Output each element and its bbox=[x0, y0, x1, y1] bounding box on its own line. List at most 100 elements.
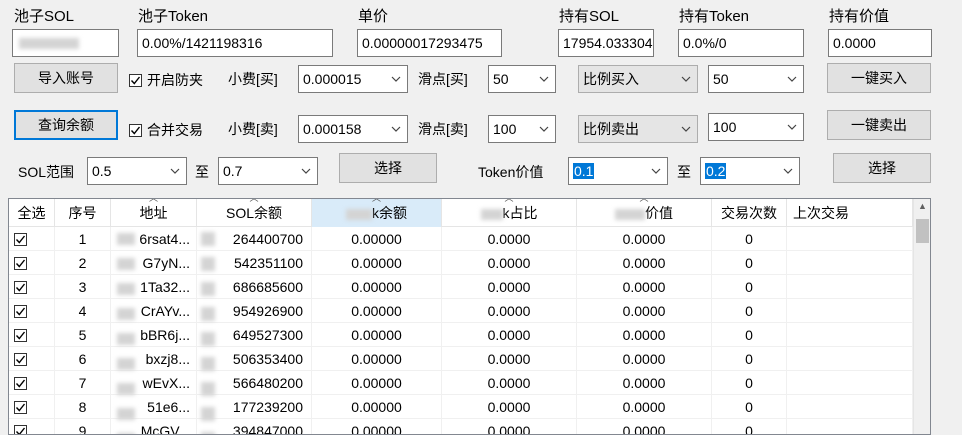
unit-price-field[interactable]: 0.00000017293475 bbox=[357, 29, 502, 57]
sell-ratio-combo[interactable]: 100 bbox=[708, 113, 804, 141]
checkbox-box[interactable] bbox=[129, 123, 142, 137]
checkbox-box[interactable] bbox=[14, 376, 27, 390]
row-checkbox[interactable] bbox=[9, 419, 55, 434]
cell-kbal: 0.00000 bbox=[312, 275, 442, 299]
checkbox-box[interactable] bbox=[14, 232, 27, 246]
row-checkbox[interactable] bbox=[9, 323, 55, 347]
table-row[interactable]: 1 6rsat4... 264400700 0.00000 0.0000 0.0000 0 bbox=[9, 227, 913, 251]
buy-ratio-combo[interactable]: 50 bbox=[708, 65, 804, 93]
row-checkbox[interactable] bbox=[9, 299, 55, 323]
cell-last bbox=[787, 371, 913, 395]
row-checkbox[interactable] bbox=[9, 395, 55, 419]
checkbox-box[interactable] bbox=[14, 328, 27, 342]
chevron-down-icon[interactable] bbox=[168, 158, 182, 184]
checkbox-box[interactable] bbox=[14, 352, 27, 366]
table-row[interactable]: 2 G7yN... 542351100 0.00000 0.0000 0.0000 0 bbox=[9, 251, 913, 275]
import-account-button[interactable]: 导入账号 bbox=[14, 63, 118, 93]
sell-mode-combo[interactable]: 比例卖出 bbox=[578, 115, 698, 143]
checkbox-box[interactable] bbox=[14, 280, 27, 294]
pool-token-label: 池子Token bbox=[138, 8, 209, 25]
cell-last bbox=[787, 323, 913, 347]
table-row[interactable]: 4 CrAYv... 954926900 0.00000 0.0000 0.0000 0 bbox=[9, 299, 913, 323]
anti-clip-checkbox[interactable]: 开启防夹 bbox=[129, 70, 203, 90]
accounts-grid[interactable]: 全选 序号 ︿地址 ︿SOL余额 ︿k余额 ︿k占比 ︿价值 交易次数 上次交易… bbox=[8, 198, 931, 435]
sell-ratio-value: 100 bbox=[713, 119, 737, 135]
one-click-buy-button[interactable]: 一键买入 bbox=[827, 63, 931, 93]
hold-sol-field[interactable]: 17954.033304 bbox=[558, 29, 654, 57]
hold-value-field[interactable]: 0.0000 bbox=[828, 29, 932, 57]
checkbox-box[interactable] bbox=[14, 424, 27, 434]
scroll-thumb[interactable] bbox=[916, 219, 929, 243]
grid-header: 全选 序号 ︿地址 ︿SOL余额 ︿k余额 ︿k占比 ︿价值 交易次数 上次交易 bbox=[9, 199, 913, 227]
sol-min-value: 0.5 bbox=[92, 163, 112, 179]
row-checkbox[interactable] bbox=[9, 347, 55, 371]
chevron-down-icon[interactable] bbox=[537, 66, 551, 92]
header-value[interactable]: ︿价值 bbox=[577, 199, 712, 227]
one-click-sell-button[interactable]: 一键卖出 bbox=[827, 110, 931, 140]
chevron-down-icon[interactable] bbox=[781, 158, 795, 184]
vertical-scrollbar[interactable]: ▲ bbox=[913, 199, 930, 434]
merge-tx-checkbox[interactable]: 合并交易 bbox=[129, 120, 203, 140]
checkbox-box[interactable] bbox=[14, 400, 27, 414]
chevron-down-icon[interactable] bbox=[785, 66, 799, 92]
hold-sol-label: 持有SOL bbox=[559, 8, 620, 25]
header-sol-balance[interactable]: ︿SOL余额 bbox=[197, 199, 312, 227]
redacted-mask bbox=[201, 407, 215, 421]
redacted-mask bbox=[117, 233, 135, 245]
slip-buy-combo[interactable]: 50 bbox=[488, 65, 556, 93]
token-max-combo[interactable]: 0.2 bbox=[700, 157, 800, 185]
table-row[interactable]: 3 1Ta32... 686685600 0.00000 0.0000 0.0000 0 bbox=[9, 275, 913, 299]
row-checkbox[interactable] bbox=[9, 371, 55, 395]
chevron-down-icon[interactable] bbox=[785, 114, 799, 140]
chevron-down-icon[interactable] bbox=[299, 158, 313, 184]
header-address[interactable]: ︿地址 bbox=[111, 199, 197, 227]
sol-min-combo[interactable]: 0.5 bbox=[87, 157, 187, 185]
token-min-combo[interactable]: 0.1 bbox=[568, 157, 668, 185]
pool-token-field[interactable]: 0.00%/1421198316 bbox=[137, 29, 333, 57]
cell-kbal: 0.00000 bbox=[312, 251, 442, 275]
checkbox-box[interactable] bbox=[14, 256, 27, 270]
cell-value: 0.0000 bbox=[577, 299, 712, 323]
chevron-down-icon[interactable] bbox=[679, 66, 693, 92]
select-token-button[interactable]: 选择 bbox=[833, 153, 931, 183]
chevron-down-icon[interactable] bbox=[537, 116, 551, 142]
table-row[interactable]: 7 wEvX... 566480200 0.00000 0.0000 0.0000 0 bbox=[9, 371, 913, 395]
hold-token-field[interactable]: 0.0%/0 bbox=[678, 29, 804, 57]
chevron-down-icon[interactable] bbox=[389, 116, 403, 142]
header-last-tx[interactable]: 上次交易 bbox=[787, 199, 913, 227]
pool-sol-label: 池子SOL bbox=[14, 8, 75, 25]
checkbox-box[interactable] bbox=[14, 304, 27, 318]
row-checkbox[interactable] bbox=[9, 227, 55, 251]
slip-sell-combo[interactable]: 100 bbox=[488, 115, 556, 143]
checkbox-box[interactable] bbox=[129, 73, 142, 87]
header-k-balance[interactable]: ︿k余额 bbox=[312, 199, 442, 227]
chevron-down-icon[interactable] bbox=[649, 158, 663, 184]
fee-buy-combo[interactable]: 0.000015 bbox=[298, 65, 408, 93]
cell-idx: 7 bbox=[55, 371, 111, 395]
header-index[interactable]: 序号 bbox=[55, 199, 111, 227]
table-row[interactable]: 9 McGV... 394847000 0.00000 0.0000 0.0000 0 bbox=[9, 419, 913, 434]
pool-sol-field[interactable] bbox=[12, 29, 119, 57]
chevron-down-icon[interactable] bbox=[389, 66, 403, 92]
query-balance-button[interactable]: 查询余额 bbox=[14, 110, 118, 140]
fee-sell-combo[interactable]: 0.000158 bbox=[298, 115, 408, 143]
row-checkbox[interactable] bbox=[9, 251, 55, 275]
table-row[interactable]: 6 bxzj8... 506353400 0.00000 0.0000 0.0000 0 bbox=[9, 347, 913, 371]
cell-kpct: 0.0000 bbox=[442, 371, 577, 395]
table-row[interactable]: 8 51e6... 177239200 0.00000 0.0000 0.0000 0 bbox=[9, 395, 913, 419]
sort-caret-icon: ︿ bbox=[504, 199, 513, 204]
table-row[interactable]: 5 bBR6j... 649527300 0.00000 0.0000 0.0000 0 bbox=[9, 323, 913, 347]
scroll-up-icon[interactable]: ▲ bbox=[917, 201, 928, 213]
sol-max-combo[interactable]: 0.7 bbox=[218, 157, 318, 185]
check-icon bbox=[15, 235, 26, 244]
select-sol-button[interactable]: 选择 bbox=[339, 153, 437, 183]
header-tx-count[interactable]: 交易次数 bbox=[712, 199, 787, 227]
row-checkbox[interactable] bbox=[9, 275, 55, 299]
header-select-all[interactable]: 全选 bbox=[9, 199, 55, 227]
redacted-mask bbox=[117, 383, 135, 395]
buy-mode-combo[interactable]: 比例买入 bbox=[578, 65, 698, 93]
buy-ratio-value: 50 bbox=[713, 71, 729, 87]
header-k-ratio[interactable]: ︿k占比 bbox=[442, 199, 577, 227]
redacted-mask bbox=[201, 332, 215, 346]
chevron-down-icon[interactable] bbox=[679, 116, 693, 142]
